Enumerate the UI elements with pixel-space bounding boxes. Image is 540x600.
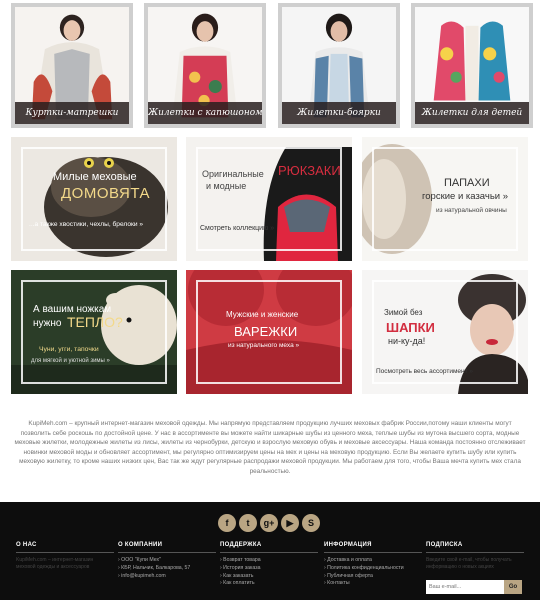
banner-hats[interactable]: Зимой без ШАПКИ ни-ку-да! Посмотреть вес… <box>362 270 528 394</box>
social-links: f t g+ ▶ S <box>218 514 328 534</box>
banner-heading: ДОМОВЯТА <box>61 185 150 202</box>
footer-heading: ИНФОРМАЦИЯ <box>324 542 422 553</box>
footer-link-how-to-order[interactable]: Как заказать <box>220 573 318 581</box>
facebook-icon[interactable]: f <box>218 514 236 532</box>
about-text: KupiMeh.com – крупный интернет-магазин м… <box>14 420 526 475</box>
banner-line: и модные <box>206 181 247 191</box>
banner-link[interactable]: ...а также хвостики, чехлы, брелоки » <box>29 221 143 228</box>
banner-frame <box>21 280 167 384</box>
company-name: ООО "Купи Мех" <box>118 557 216 565</box>
banner-heading: ВАРЕЖКИ <box>234 324 298 339</box>
banner-link[interactable]: для мягкой и уютной зимы » <box>31 358 110 364</box>
banner-domovyata[interactable]: Милые меховые ДОМОВЯТА ...а также хвости… <box>11 137 177 261</box>
footer-link-privacy[interactable]: Политика конфиденциальности <box>324 565 422 573</box>
category-label: Жилетки с капюшоном <box>148 102 262 124</box>
footer-col-info: ИНФОРМАЦИЯ Доставка и оплата Политика ко… <box>324 542 422 588</box>
banner-line: Зимой без <box>384 308 423 317</box>
banner-link[interactable]: Смотреть коллекцию » <box>200 225 274 232</box>
category-card-boyar-vests[interactable]: Жилетки-боярки <box>278 3 400 128</box>
banner-link[interactable]: Посмотреть весь ассортимент » <box>376 368 473 375</box>
footer-link-offer[interactable]: Публичная оферта <box>324 573 422 581</box>
company-address: КБР, Нальчик, Балкарова, 57 <box>118 565 216 573</box>
company-email[interactable]: info@kupimeh.com <box>118 573 216 581</box>
category-label: Куртки-матрешки <box>15 102 129 124</box>
banner-heading: ШАПКИ <box>386 320 435 335</box>
banner-backpacks[interactable]: Оригинальные РЮКЗАКИ и модные Смотреть к… <box>186 137 352 261</box>
banner-heading: ПАПАХИ <box>444 177 490 189</box>
footer-link-contacts[interactable]: Контакты <box>324 580 422 588</box>
twitter-icon[interactable]: t <box>239 514 257 532</box>
footer-col-about: О НАС KupiMeh.com – интернет-магазин мех… <box>16 542 114 571</box>
footer-col-support: ПОДДЕРЖКА Возврат товара История заказа … <box>220 542 318 588</box>
footer-link-delivery[interactable]: Доставка и оплата <box>324 557 422 565</box>
banner-line: горские и казачьи » <box>422 191 509 202</box>
banner-heading: ТЕПЛО? <box>67 314 123 330</box>
footer-about-text: KupiMeh.com – интернет-магазин меховой о… <box>16 557 94 570</box>
category-card-jackets[interactable]: Куртки-матрешки <box>11 3 133 128</box>
banner-link[interactable]: из натуральной овчины <box>436 207 507 214</box>
banner-slippers[interactable]: А вашим ножкам нужно ТЕПЛО? Чуни, угги, … <box>11 270 177 394</box>
banner-mittens[interactable]: Мужские и женские ВАРЕЖКИ из натуральног… <box>186 270 352 394</box>
footer-heading: ПОДДЕРЖКА <box>220 542 318 553</box>
footer-col-company: О КОМПАНИИ ООО "Купи Мех" КБР, Нальчик, … <box>118 542 216 580</box>
category-label: Жилетки для детей <box>415 102 529 124</box>
category-row: Куртки-матрешки Жилетки с капюшоном Жиле… <box>0 0 540 130</box>
banner-line: нужно <box>33 318 62 329</box>
category-card-hooded-vests[interactable]: Жилетки с капюшоном <box>144 3 266 128</box>
subscribe-button[interactable]: Go <box>504 580 522 594</box>
banner-line: ни-ку-да! <box>388 336 426 346</box>
banner-line: Мужские и женские <box>226 310 299 319</box>
footer-heading: О КОМПАНИИ <box>118 542 216 553</box>
category-label: Жилетки-боярки <box>282 102 396 124</box>
footer-col-subscribe: ПОДПИСКА Введите свой e-mail, чтобы полу… <box>426 542 524 571</box>
banner-line: Оригинальные <box>202 169 264 179</box>
footer-link-how-to-pay[interactable]: Как оплатить <box>220 580 318 588</box>
banner-heading: РЮКЗАКИ <box>278 163 341 178</box>
category-card-kids-vests[interactable]: Жилетки для детей <box>411 3 533 128</box>
banner-line: Милые меховые <box>53 171 137 183</box>
google-plus-icon[interactable]: g+ <box>260 514 278 532</box>
footer-heading: ПОДПИСКА <box>426 542 524 553</box>
subscribe-email-input[interactable] <box>426 580 504 594</box>
skype-icon[interactable]: S <box>302 514 320 532</box>
footer-link-returns[interactable]: Возврат товара <box>220 557 318 565</box>
subscribe-text: Введите свой e-mail, чтобы получать инфо… <box>426 557 512 570</box>
banner-papakhi[interactable]: ПАПАХИ горские и казачьи » из натурально… <box>362 137 528 261</box>
youtube-icon[interactable]: ▶ <box>281 514 299 532</box>
banner-link[interactable]: из натурального меха » <box>228 342 299 349</box>
banner-line: Чуни, угги, тапочки <box>39 346 99 353</box>
footer-heading: О НАС <box>16 542 114 553</box>
footer-link-order-history[interactable]: История заказа <box>220 565 318 573</box>
